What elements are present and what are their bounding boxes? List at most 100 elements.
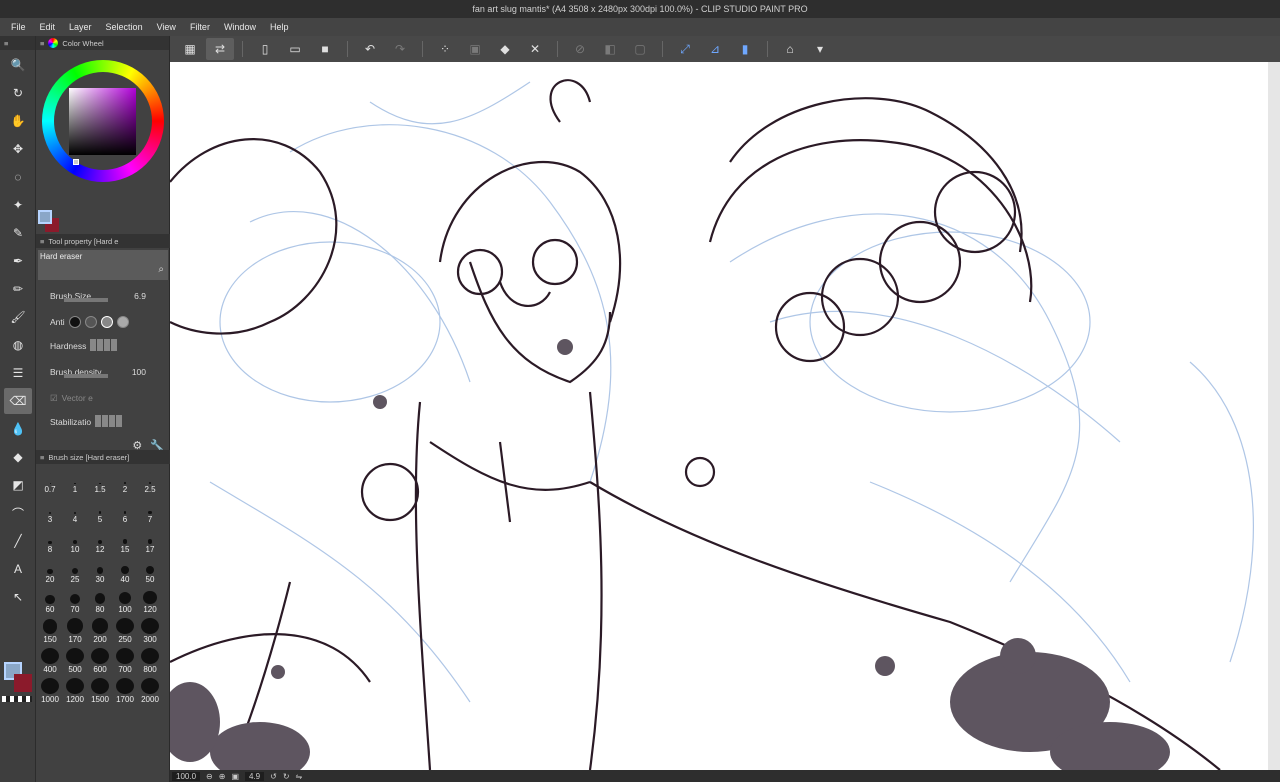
brush-size-preset[interactable]: 15 <box>113 528 137 554</box>
brush-size-preset[interactable]: 20 <box>38 558 62 584</box>
zoom-in-icon[interactable]: ⊕ <box>219 772 226 781</box>
stabilization-selector[interactable] <box>95 415 123 429</box>
fit-icon[interactable]: ▣ <box>231 772 239 781</box>
brush-size-value[interactable]: 6.9 <box>134 291 146 301</box>
rotate-left-icon[interactable]: ↺ <box>270 772 277 781</box>
brush-size-preset[interactable]: 12 <box>88 528 112 554</box>
rotate-right-icon[interactable]: ↻ <box>283 772 290 781</box>
brush-size-preset[interactable]: 1700 <box>113 678 137 704</box>
brush-size-preset[interactable]: 10 <box>63 528 87 554</box>
figure-tool-icon[interactable]: ⌒ <box>4 500 32 526</box>
fill-tool-icon[interactable]: ◆ <box>4 444 32 470</box>
sub-color-swatch[interactable] <box>14 674 32 692</box>
gradient-tool-icon[interactable]: ◩ <box>4 472 32 498</box>
brush-size-preset[interactable]: 700 <box>113 648 137 674</box>
eyedropper-tool-icon[interactable]: ✎ <box>4 220 32 246</box>
pen-tool-icon[interactable]: ✒ <box>4 248 32 274</box>
subtool-preview[interactable]: Hard eraser ⌕ <box>38 250 168 280</box>
zoom-tool-icon[interactable]: 🔍 <box>4 52 32 78</box>
blend-tool-icon[interactable]: 💧 <box>4 416 32 442</box>
operation-tool-icon[interactable]: ↖ <box>4 584 32 610</box>
fill-icon[interactable]: ◆ <box>491 38 519 60</box>
brush-size-preset[interactable]: 1000 <box>38 678 62 704</box>
brush-size-preset[interactable]: 200 <box>88 618 112 644</box>
hand-tool-icon[interactable]: ✋ <box>4 108 32 134</box>
layer-disabled-icon[interactable]: ◧ <box>596 38 624 60</box>
brush-size-preset[interactable]: 70 <box>63 588 87 614</box>
snap-grid-icon[interactable]: ▮ <box>731 38 759 60</box>
brush-size-preset[interactable]: 30 <box>88 558 112 584</box>
anti-alias-medium-button[interactable] <box>100 316 113 328</box>
redo-icon[interactable]: ↷ <box>386 38 414 60</box>
brush-size-preset[interactable]: 1200 <box>63 678 87 704</box>
undo-icon[interactable]: ↶ <box>356 38 384 60</box>
transform-icon[interactable]: ✕ <box>521 38 549 60</box>
anti-alias-none-button[interactable] <box>68 316 81 328</box>
main-color-indicator[interactable] <box>38 210 52 224</box>
pencil-tool-icon[interactable]: ✏ <box>4 276 32 302</box>
brush-size-preset[interactable]: 8 <box>38 528 62 554</box>
brush-density-row[interactable]: Brush density 100 <box>36 358 170 386</box>
line-tool-icon[interactable]: ╱ <box>4 528 32 554</box>
brush-size-preset[interactable]: 7 <box>138 498 162 524</box>
brush-size-preset[interactable]: 170 <box>63 618 87 644</box>
decoration-tool-icon[interactable]: ☰ <box>4 360 32 386</box>
move-tool-icon[interactable]: ✥ <box>4 136 32 162</box>
brush-size-row[interactable]: Brush Size 6.9 <box>36 282 170 310</box>
invert-selection-icon[interactable]: ▣ <box>461 38 489 60</box>
transparent-color-swatch[interactable] <box>2 696 32 702</box>
auto-select-tool-icon[interactable]: ✦ <box>4 192 32 218</box>
menu-filter[interactable]: Filter <box>183 22 217 32</box>
airbrush-tool-icon[interactable]: ◍ <box>4 332 32 358</box>
brush-size-preset[interactable]: 50 <box>138 558 162 584</box>
zoom-value[interactable]: 100.0 <box>172 771 201 781</box>
drawing-canvas[interactable] <box>170 62 1280 770</box>
snap-ruler-icon[interactable]: ⤢ <box>671 38 699 60</box>
brush-size-preset[interactable]: 150 <box>38 618 62 644</box>
menu-icon[interactable]: ≡ <box>40 453 44 462</box>
eraser-tool-icon[interactable]: ⌫ <box>4 388 32 414</box>
brush-density-value[interactable]: 100 <box>132 367 146 377</box>
lasso-tool-icon[interactable]: ◌ <box>4 164 32 190</box>
brush-size-preset[interactable]: 2000 <box>138 678 162 704</box>
color-wheel[interactable] <box>36 50 169 232</box>
color-picker-handle[interactable] <box>73 159 79 165</box>
brush-size-preset[interactable]: 1.5 <box>88 468 112 494</box>
menu-selection[interactable]: Selection <box>99 22 150 32</box>
brush-size-preset[interactable]: 1 <box>63 468 87 494</box>
search-icon[interactable]: ⌕ <box>158 264 164 275</box>
vector-eraser-checkbox[interactable]: ☑ <box>50 393 58 404</box>
save-icon[interactable]: ■ <box>311 38 339 60</box>
brush-size-preset[interactable]: 40 <box>113 558 137 584</box>
brush-size-preset[interactable]: 2.5 <box>138 468 162 494</box>
canvas-transfer-icon[interactable]: ⇄ <box>206 38 234 60</box>
menu-file[interactable]: File <box>4 22 33 32</box>
menu-window[interactable]: Window <box>217 22 263 32</box>
brush-size-preset[interactable]: 1500 <box>88 678 112 704</box>
anti-alias-weak-button[interactable] <box>84 316 97 328</box>
menu-view[interactable]: View <box>150 22 183 32</box>
brush-size-preset[interactable]: 250 <box>113 618 137 644</box>
grid-view-icon[interactable]: ▦ <box>176 38 204 60</box>
color-wheel-tab[interactable]: Color Wheel <box>62 39 103 48</box>
open-file-icon[interactable]: ▭ <box>281 38 309 60</box>
clear-selection-icon[interactable]: ⁘ <box>431 38 459 60</box>
menu-edit[interactable]: Edit <box>33 22 63 32</box>
snap-disabled-icon[interactable]: ⊘ <box>566 38 594 60</box>
brush-size-preset[interactable]: 25 <box>63 558 87 584</box>
menu-icon[interactable]: ≡ <box>40 39 44 48</box>
canvas-vertical-scrollbar[interactable] <box>1268 62 1280 770</box>
brush-size-preset[interactable]: 5 <box>88 498 112 524</box>
brush-size-preset[interactable]: 400 <box>38 648 62 674</box>
frame-disabled-icon[interactable]: ▢ <box>626 38 654 60</box>
brush-size-preset[interactable]: 4 <box>63 498 87 524</box>
menu-help[interactable]: Help <box>263 22 296 32</box>
brush-size-preset[interactable]: 3 <box>38 498 62 524</box>
brush-size-preset[interactable]: 300 <box>138 618 162 644</box>
menu-icon[interactable]: ≡ <box>4 39 8 48</box>
zoom-out-icon[interactable]: ⊖ <box>206 772 213 781</box>
snap-special-ruler-icon[interactable]: ⊿ <box>701 38 729 60</box>
brush-size-preset[interactable]: 120 <box>138 588 162 614</box>
brush-size-preset[interactable]: 2 <box>113 468 137 494</box>
brush-tool-icon[interactable]: 🖌 <box>4 304 32 330</box>
